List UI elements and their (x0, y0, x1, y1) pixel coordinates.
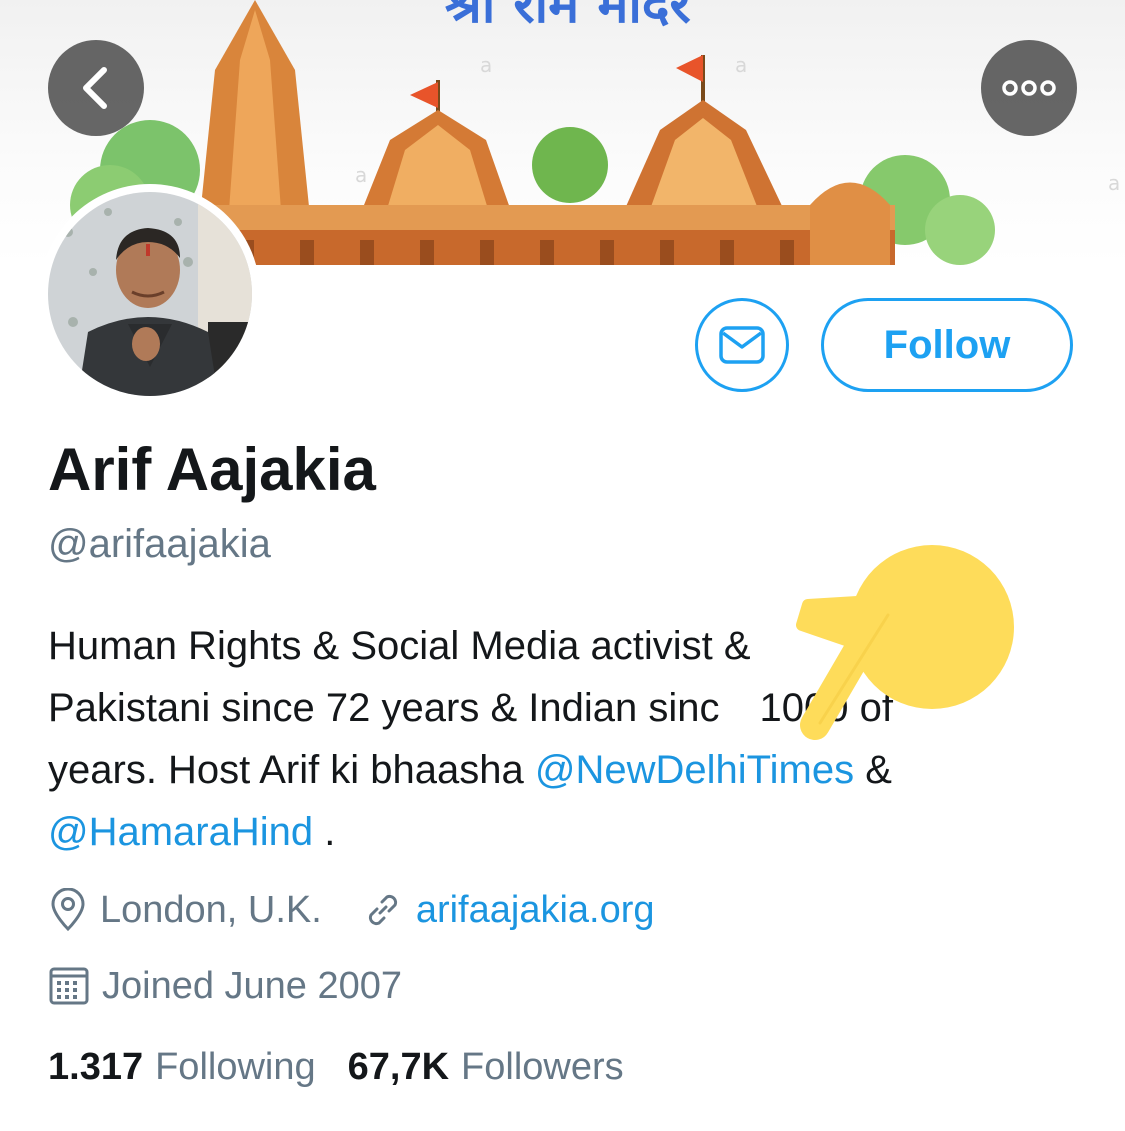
following-label: Following (155, 1046, 316, 1088)
followers-count: 67,7K (347, 1046, 450, 1088)
profile-joined-date: Joined June 2007 (102, 964, 403, 1007)
profile-website-link[interactable]: arifaajakia.org (416, 889, 655, 932)
calendar-icon (48, 965, 90, 1007)
message-button[interactable] (695, 298, 789, 392)
avatar-photo (48, 192, 252, 396)
following-count: 1.317 (48, 1046, 144, 1088)
followers-link[interactable]: 67,7K Followers (348, 1046, 624, 1089)
followers-label: Followers (461, 1046, 624, 1088)
chevron-left-icon (83, 67, 107, 109)
avatar[interactable] (40, 184, 260, 404)
profile-name: Arif Aajakia (48, 436, 376, 503)
profile-location: London, U.K. (100, 888, 322, 931)
profile-handle: @arifaajakia (48, 522, 271, 566)
mention-hamarahind-link[interactable]: @HamaraHind (48, 810, 313, 854)
bio-line: years. Host Arif ki bhaasha @NewDelhiTim… (48, 748, 892, 792)
follow-button[interactable]: Follow (821, 298, 1073, 392)
profile-joined-row: Joined June 2007 (48, 961, 402, 1011)
following-link[interactable]: 1.317 Following (48, 1046, 316, 1089)
profile-stats: 1.317 Following 67,7K Followers (48, 1046, 624, 1089)
banner-title: श्री राम मंदिर (445, 0, 692, 35)
location-pin-icon (48, 888, 88, 932)
svg-text:a: a (735, 53, 747, 77)
bio-line: Human Rights & Social Media activist & e… (48, 624, 977, 668)
link-icon (362, 889, 404, 931)
more-options-button[interactable] (981, 40, 1077, 136)
profile-bio: Human Rights & Social Media activist & e… (48, 615, 1088, 863)
svg-text:a: a (1108, 171, 1120, 195)
more-horizontal-icon (1002, 80, 1056, 96)
bio-line: Pakistani since 72 years & Indian sinc 10… (48, 686, 893, 730)
back-button[interactable] (48, 40, 144, 136)
svg-text:a: a (355, 163, 367, 187)
bio-line: @HamaraHind . (48, 810, 336, 854)
profile-meta-row: London, U.K. arifaajakia.org (48, 885, 655, 935)
svg-text:a: a (480, 53, 492, 77)
envelope-icon (719, 326, 765, 364)
mention-newdelhitimes-link[interactable]: @NewDelhiTimes (535, 748, 854, 792)
